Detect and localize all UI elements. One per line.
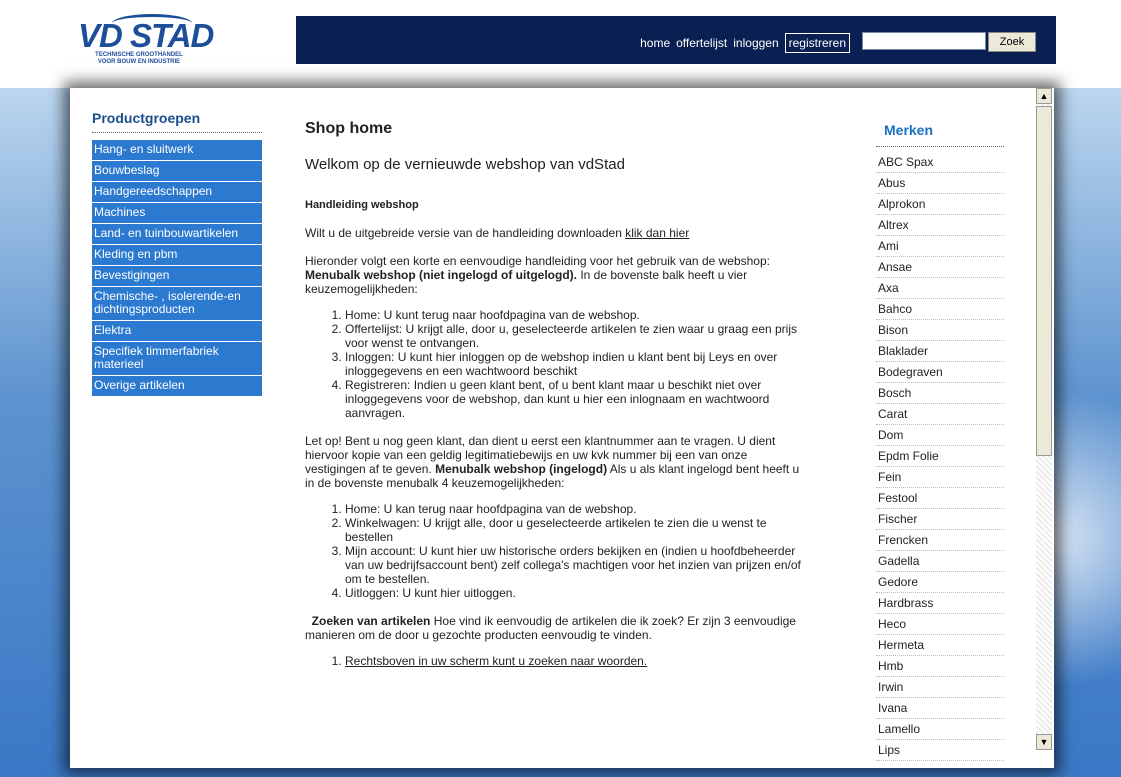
list-item: Offertelijst: U krijgt alle, door u, ges…: [345, 322, 805, 350]
main-content: Shop home Welkom op de vernieuwde websho…: [305, 120, 805, 669]
list-item: Mijn account: U kunt hier uw historische…: [345, 544, 805, 586]
brand-item[interactable]: Ami: [876, 236, 1004, 257]
brand-item[interactable]: Hmb: [876, 656, 1004, 677]
sidebar-item[interactable]: Land- en tuinbouwartikelen: [92, 224, 262, 245]
sidebar-item[interactable]: Handgereedschappen: [92, 182, 262, 203]
brand-item[interactable]: Epdm Folie: [876, 446, 1004, 467]
note-paragraph: Let op! Bent u nog geen klant, dan dient…: [305, 434, 800, 490]
brand-item[interactable]: Irwin: [876, 677, 1004, 698]
sidebar-divider: [92, 132, 262, 133]
list-item: Uitloggen: U kunt hier uitloggen.: [345, 586, 805, 600]
brand-item[interactable]: Gedore: [876, 572, 1004, 593]
sidebar-item[interactable]: Bouwbeslag: [92, 161, 262, 182]
menu-list-logged-in: Home: U kan terug naar hoofdpagina van d…: [305, 502, 805, 600]
search-button[interactable]: Zoek: [988, 32, 1036, 52]
brand-item[interactable]: Gadella: [876, 551, 1004, 572]
list-item: Home: U kunt terug naar hoofdpagina van …: [345, 308, 805, 322]
sidebar-item[interactable]: Bevestigingen: [92, 266, 262, 287]
welcome-heading: Welkom op de vernieuwde webshop van vdSt…: [305, 156, 625, 173]
brand-item[interactable]: Bison: [876, 320, 1004, 341]
brand-item[interactable]: Heco: [876, 614, 1004, 635]
brand-item[interactable]: Axa: [876, 278, 1004, 299]
brand-item[interactable]: Festool: [876, 488, 1004, 509]
sidebar-item[interactable]: Overige artikelen: [92, 376, 262, 397]
productgroepen-list: Hang- en sluitwerk Bouwbeslag Handgereed…: [92, 140, 262, 397]
brand-item[interactable]: Ivana: [876, 698, 1004, 719]
brands-divider: [876, 146, 1004, 147]
top-nav: home offertelijst inloggen registreren: [640, 33, 850, 53]
sidebar-item[interactable]: Machines: [92, 203, 262, 224]
brand-item[interactable]: Bodegraven: [876, 362, 1004, 383]
search-method-link[interactable]: Rechtsboven in uw scherm kunt u zoeken n…: [345, 654, 647, 668]
brand-item[interactable]: Abus: [876, 173, 1004, 194]
sidebar-item[interactable]: Hang- en sluitwerk: [92, 140, 262, 161]
brand-item[interactable]: Alprokon: [876, 194, 1004, 215]
sidebar-item[interactable]: Kleding en pbm: [92, 245, 262, 266]
brand-item[interactable]: Lamello: [876, 719, 1004, 740]
scroll-down-icon[interactable]: ▼: [1036, 734, 1052, 750]
manual-heading: Handleiding webshop: [305, 199, 419, 211]
merken-list: ABC Spax Abus Alprokon Altrex Ami Ansae …: [876, 152, 1004, 761]
nav-home[interactable]: home: [640, 36, 670, 50]
brand-item[interactable]: Blaklader: [876, 341, 1004, 362]
nav-registreren[interactable]: registreren: [784, 33, 850, 53]
scrollbar-thumb[interactable]: [1036, 106, 1052, 456]
download-link[interactable]: klik dan hier: [625, 226, 689, 240]
merken-title: Merken: [884, 122, 934, 138]
productgroepen-title: Productgroepen: [92, 110, 201, 126]
vertical-scrollbar[interactable]: ▲ ▼: [1036, 88, 1052, 750]
search-input[interactable]: [862, 32, 986, 50]
menu-list-logged-out: Home: U kunt terug naar hoofdpagina van …: [305, 308, 805, 420]
list-item: Winkelwagen: U krijgt alle, door u gesel…: [345, 516, 805, 544]
scroll-up-icon[interactable]: ▲: [1036, 88, 1052, 104]
logo-tagline: TECHNISCHE GROOTHANDEL VOOR BOUW EN INDU…: [95, 52, 183, 65]
logo-brand: VD STAD: [78, 17, 214, 54]
sidebar-item[interactable]: Elektra: [92, 321, 262, 342]
top-bar: home offertelijst inloggen registreren Z…: [296, 16, 1056, 64]
nav-offertelijst[interactable]: offertelijst: [676, 36, 727, 50]
list-item: Home: U kan terug naar hoofdpagina van d…: [345, 502, 805, 516]
brand-item[interactable]: Dom: [876, 425, 1004, 446]
sidebar-item[interactable]: Chemische- , isolerende-en dichtingsprod…: [92, 287, 262, 321]
vdstad-logo[interactable]: VD STAD TECHNISCHE GROOTHANDEL VOOR BOUW…: [74, 14, 214, 68]
list-item: Inloggen: U kunt hier inloggen op de web…: [345, 350, 805, 378]
brand-item[interactable]: ABC Spax: [876, 152, 1004, 173]
brand-item[interactable]: Carat: [876, 404, 1004, 425]
search-methods-list: Rechtsboven in uw scherm kunt u zoeken n…: [305, 654, 805, 668]
brand-item[interactable]: Hardbrass: [876, 593, 1004, 614]
brand-item[interactable]: Altrex: [876, 215, 1004, 236]
download-paragraph: Wilt u de uitgebreide versie van de hand…: [305, 226, 690, 240]
brand-item[interactable]: Ansae: [876, 257, 1004, 278]
page-title: Shop home: [305, 120, 393, 137]
list-item: Registreren: Indien u geen klant bent, o…: [345, 378, 805, 420]
search-paragraph: Zoeken van artikelen Hoe vind ik eenvoud…: [305, 614, 796, 642]
brand-item[interactable]: Hermeta: [876, 635, 1004, 656]
sidebar-item[interactable]: Specifiek timmerfabriek materieel: [92, 342, 262, 376]
main-frame: Productgroepen Hang- en sluitwerk Bouwbe…: [70, 88, 1054, 768]
intro-paragraph: Hieronder volgt een korte en eenvoudige …: [305, 254, 770, 296]
brand-item[interactable]: Frencken: [876, 530, 1004, 551]
brand-item[interactable]: Bosch: [876, 383, 1004, 404]
list-item: Rechtsboven in uw scherm kunt u zoeken n…: [345, 654, 805, 668]
nav-inloggen[interactable]: inloggen: [733, 36, 778, 50]
brand-item[interactable]: Fischer: [876, 509, 1004, 530]
brand-item[interactable]: Fein: [876, 467, 1004, 488]
brand-item[interactable]: Bahco: [876, 299, 1004, 320]
brand-item[interactable]: Lips: [876, 740, 1004, 761]
